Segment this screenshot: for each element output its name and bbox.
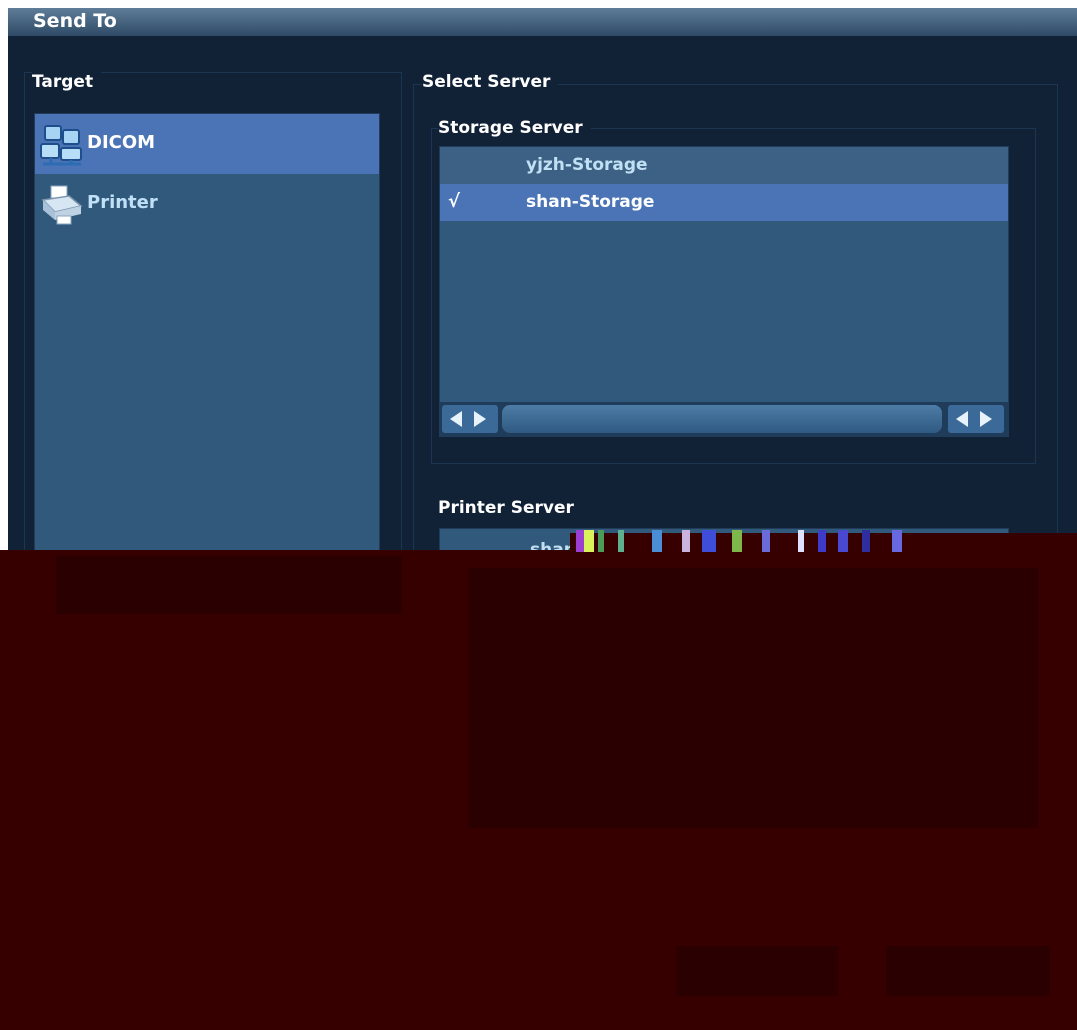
printer-server-title: Printer Server (438, 498, 574, 518)
scroll-left-arrow-icon[interactable] (956, 411, 968, 427)
glitch-cell (818, 530, 826, 552)
scroll-right-buttons[interactable] (948, 405, 1004, 433)
printer-icon (39, 184, 85, 226)
glitch-cell (762, 530, 770, 552)
target-item-dicom[interactable]: DICOM (35, 114, 379, 174)
storage-server-title: Storage Server (438, 118, 591, 138)
scroll-right-arrow-icon[interactable] (474, 411, 486, 427)
glitch-cell (576, 530, 584, 552)
target-item-label: Printer (87, 192, 158, 213)
glitch-cell (598, 530, 604, 552)
scroll-track[interactable] (502, 405, 942, 433)
glitch-cell (702, 530, 716, 552)
corrupt-shape (676, 946, 838, 996)
glitch-cell (838, 530, 848, 552)
target-item-label: DICOM (87, 132, 156, 153)
corrupt-shape (468, 568, 1038, 828)
dicom-network-icon (39, 124, 85, 166)
storage-server-name: shan-Storage (526, 192, 655, 212)
storage-horizontal-scrollbar[interactable] (440, 402, 1008, 436)
target-list: DICOM Printer (34, 113, 380, 573)
target-group-title: Target (32, 72, 102, 92)
scroll-left-buttons[interactable] (442, 405, 498, 433)
dialog-title: Send To (33, 10, 117, 32)
corrupt-shape (56, 556, 402, 614)
target-item-printer[interactable]: Printer (35, 174, 379, 234)
glitch-cell (618, 530, 624, 552)
storage-row-yjzh[interactable]: yjzh-Storage (440, 147, 1008, 184)
select-server-title: Select Server (422, 72, 559, 92)
corrupt-shape (886, 946, 1050, 996)
glitch-cell (682, 530, 690, 552)
dialog-titlebar: Send To (8, 8, 1077, 36)
glitch-cell (892, 530, 902, 552)
storage-row-shan[interactable]: √ shan-Storage (440, 184, 1008, 221)
glitch-cell (652, 530, 662, 552)
check-mark: √ (448, 191, 461, 212)
glitch-cell (732, 530, 742, 552)
glitch-cell (862, 530, 870, 552)
storage-server-list: yjzh-Storage √ shan-Storage (439, 146, 1009, 437)
scroll-left-arrow-icon[interactable] (450, 411, 462, 427)
corrupted-overlay (0, 550, 1077, 1030)
glitch-cell (584, 530, 594, 552)
storage-server-name: yjzh-Storage (526, 155, 648, 175)
scroll-right-arrow-icon[interactable] (980, 411, 992, 427)
glitch-strip (562, 530, 1062, 552)
glitch-cell (798, 530, 804, 552)
